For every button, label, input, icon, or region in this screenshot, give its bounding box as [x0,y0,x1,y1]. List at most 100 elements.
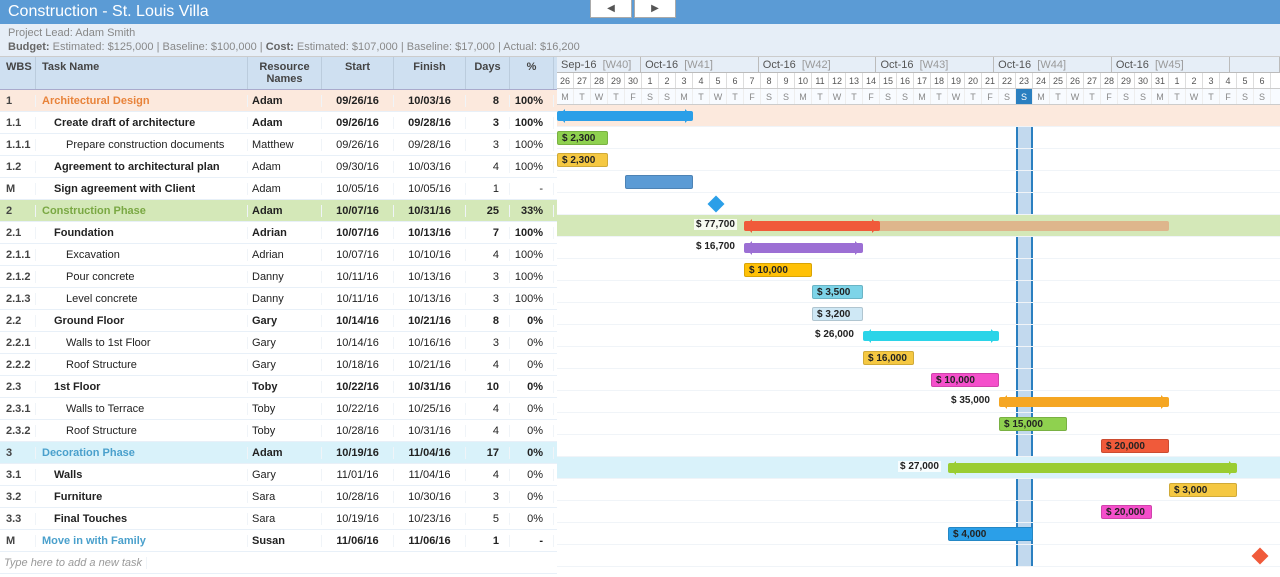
task-bar[interactable]: $ 20,000 [1101,439,1169,453]
gantt-row: $ 16,000 [557,347,1280,369]
bar-cost-label: $ 35,000 [949,395,992,406]
nav-prev-button[interactable]: ◀ [590,0,632,18]
grid-header: WBS Task Name Resource Names Start Finis… [0,57,557,90]
date-cell: 23 [1016,73,1033,88]
task-bar[interactable]: $ 10,000 [931,373,999,387]
gantt-row: $ 20,000 [557,435,1280,457]
milestone-icon[interactable] [1252,548,1269,565]
table-row[interactable]: 3.2FurnitureSara10/28/1610/30/1630% [0,486,557,508]
table-row[interactable]: 2.2Ground FloorGary10/14/1610/21/1680% [0,310,557,332]
table-row[interactable]: 2.1FoundationAdrian10/07/1610/13/167100% [0,222,557,244]
dow-cell: W [710,89,727,104]
date-cell: 17 [914,73,931,88]
table-row[interactable]: 2.31st FloorToby10/22/1610/31/16100% [0,376,557,398]
task-bar[interactable] [625,175,693,189]
table-row[interactable]: 1.1.1Prepare construction documentsMatth… [0,134,557,156]
month-cell: Sep-16 [W40] [557,57,641,72]
dow-cell: M [1152,89,1169,104]
gantt-row: $ 20,000 [557,501,1280,523]
table-row[interactable]: 3Decoration PhaseAdam10/19/1611/04/16170… [0,442,557,464]
table-row[interactable]: 1.1Create draft of architectureAdam09/26… [0,112,557,134]
summary-bar[interactable] [863,331,999,341]
milestone-icon[interactable] [708,196,725,213]
col-finish[interactable]: Finish [394,57,466,89]
table-row[interactable]: 2.3.1Walls to TerraceToby10/22/1610/25/1… [0,398,557,420]
task-bar[interactable]: $ 15,000 [999,417,1067,431]
date-cell: 20 [965,73,982,88]
nav-next-button[interactable]: ▶ [634,0,676,18]
task-bar[interactable]: $ 4,000 [948,527,1033,541]
col-task-name[interactable]: Task Name [36,57,248,89]
date-cell: 12 [829,73,846,88]
project-lead-label: Project Lead: [8,27,73,39]
table-row[interactable]: 2.2.2Roof StructureGary10/18/1610/21/164… [0,354,557,376]
date-cell: 7 [744,73,761,88]
dow-cell: W [1186,89,1203,104]
table-row[interactable]: 3.1WallsGary11/01/1611/04/1640% [0,464,557,486]
project-title: Construction - St. Louis Villa [8,3,209,21]
summary-bar[interactable] [948,463,1237,473]
dow-cell: T [727,89,744,104]
col-days[interactable]: Days [466,57,510,89]
gantt-row: $ 10,000 [557,369,1280,391]
date-cell: 28 [1101,73,1118,88]
date-cell: 22 [999,73,1016,88]
summary-bar[interactable] [744,243,863,253]
timeline-header: Sep-16 [W40]Oct-16 [W41]Oct-16 [W42]Oct-… [557,57,1280,105]
date-cell: 18 [931,73,948,88]
gantt-row [557,193,1280,215]
month-cell: Oct-16 [W42] [759,57,877,72]
dow-cell: F [1101,89,1118,104]
task-bar[interactable]: $ 2,300 [557,131,608,145]
new-task-row[interactable]: Type here to add a new task [0,552,557,574]
date-cell: 30 [1135,73,1152,88]
project-lead-value: Adam Smith [75,27,135,39]
bar-cost-label: $ 26,000 [813,329,856,340]
table-row[interactable]: 2.2.1Walls to 1st FloorGary10/14/1610/16… [0,332,557,354]
dow-cell: M [1033,89,1050,104]
table-row[interactable]: 2.1.2Pour concreteDanny10/11/1610/13/163… [0,266,557,288]
task-bar[interactable]: $ 3,500 [812,285,863,299]
table-row[interactable]: 2.1.1ExcavationAdrian10/07/1610/10/16410… [0,244,557,266]
project-info-bar: Project Lead: Adam Smith Budget: Estimat… [0,24,1280,57]
col-wbs[interactable]: WBS [0,57,36,89]
budget-label: Budget: [8,41,50,53]
date-cell: 30 [625,73,642,88]
task-bar[interactable]: $ 3,000 [1169,483,1237,497]
col-start[interactable]: Start [322,57,394,89]
table-row[interactable]: 2.3.2Roof StructureToby10/28/1610/31/164… [0,420,557,442]
date-cell: 13 [846,73,863,88]
task-bar[interactable]: $ 16,000 [863,351,914,365]
table-row[interactable]: 3.3Final TouchesSara10/19/1610/23/1650% [0,508,557,530]
dow-cell: W [591,89,608,104]
bar-cost-label: $ 77,700 [694,219,737,230]
table-row[interactable]: 2Construction PhaseAdam10/07/1610/31/162… [0,200,557,222]
new-task-placeholder: Type here to add a new task [0,557,147,569]
summary-bar[interactable] [999,397,1169,407]
dow-cell: M [676,89,693,104]
dow-cell: W [948,89,965,104]
task-bar[interactable]: $ 10,000 [744,263,812,277]
table-row[interactable]: 2.1.3Level concreteDanny10/11/1610/13/16… [0,288,557,310]
dow-cell: S [1016,89,1033,104]
col-pct[interactable]: % [510,57,554,89]
table-row[interactable]: MMove in with FamilySusan11/06/1611/06/1… [0,530,557,552]
bar-cost-label: $ 16,700 [694,241,737,252]
task-bar[interactable]: $ 20,000 [1101,505,1152,519]
table-row[interactable]: 1.2Agreement to architectural planAdam09… [0,156,557,178]
table-row[interactable]: 1Architectural DesignAdam09/26/1610/03/1… [0,90,557,112]
gantt-row: $ 10,000 [557,259,1280,281]
col-resource[interactable]: Resource Names [248,57,322,89]
summary-bar[interactable] [744,221,880,231]
summary-bar[interactable] [557,111,693,121]
gantt-row: $ 3,200 [557,303,1280,325]
dow-cell: W [1067,89,1084,104]
date-cell: 2 [659,73,676,88]
date-cell: 25 [1050,73,1067,88]
gantt-row: $ 4,000 [557,523,1280,545]
task-bar[interactable]: $ 2,300 [557,153,608,167]
date-cell: 27 [574,73,591,88]
task-bar[interactable]: $ 3,200 [812,307,863,321]
timeline-nav: ◀ ▶ [590,0,676,18]
table-row[interactable]: MSign agreement with ClientAdam10/05/161… [0,178,557,200]
